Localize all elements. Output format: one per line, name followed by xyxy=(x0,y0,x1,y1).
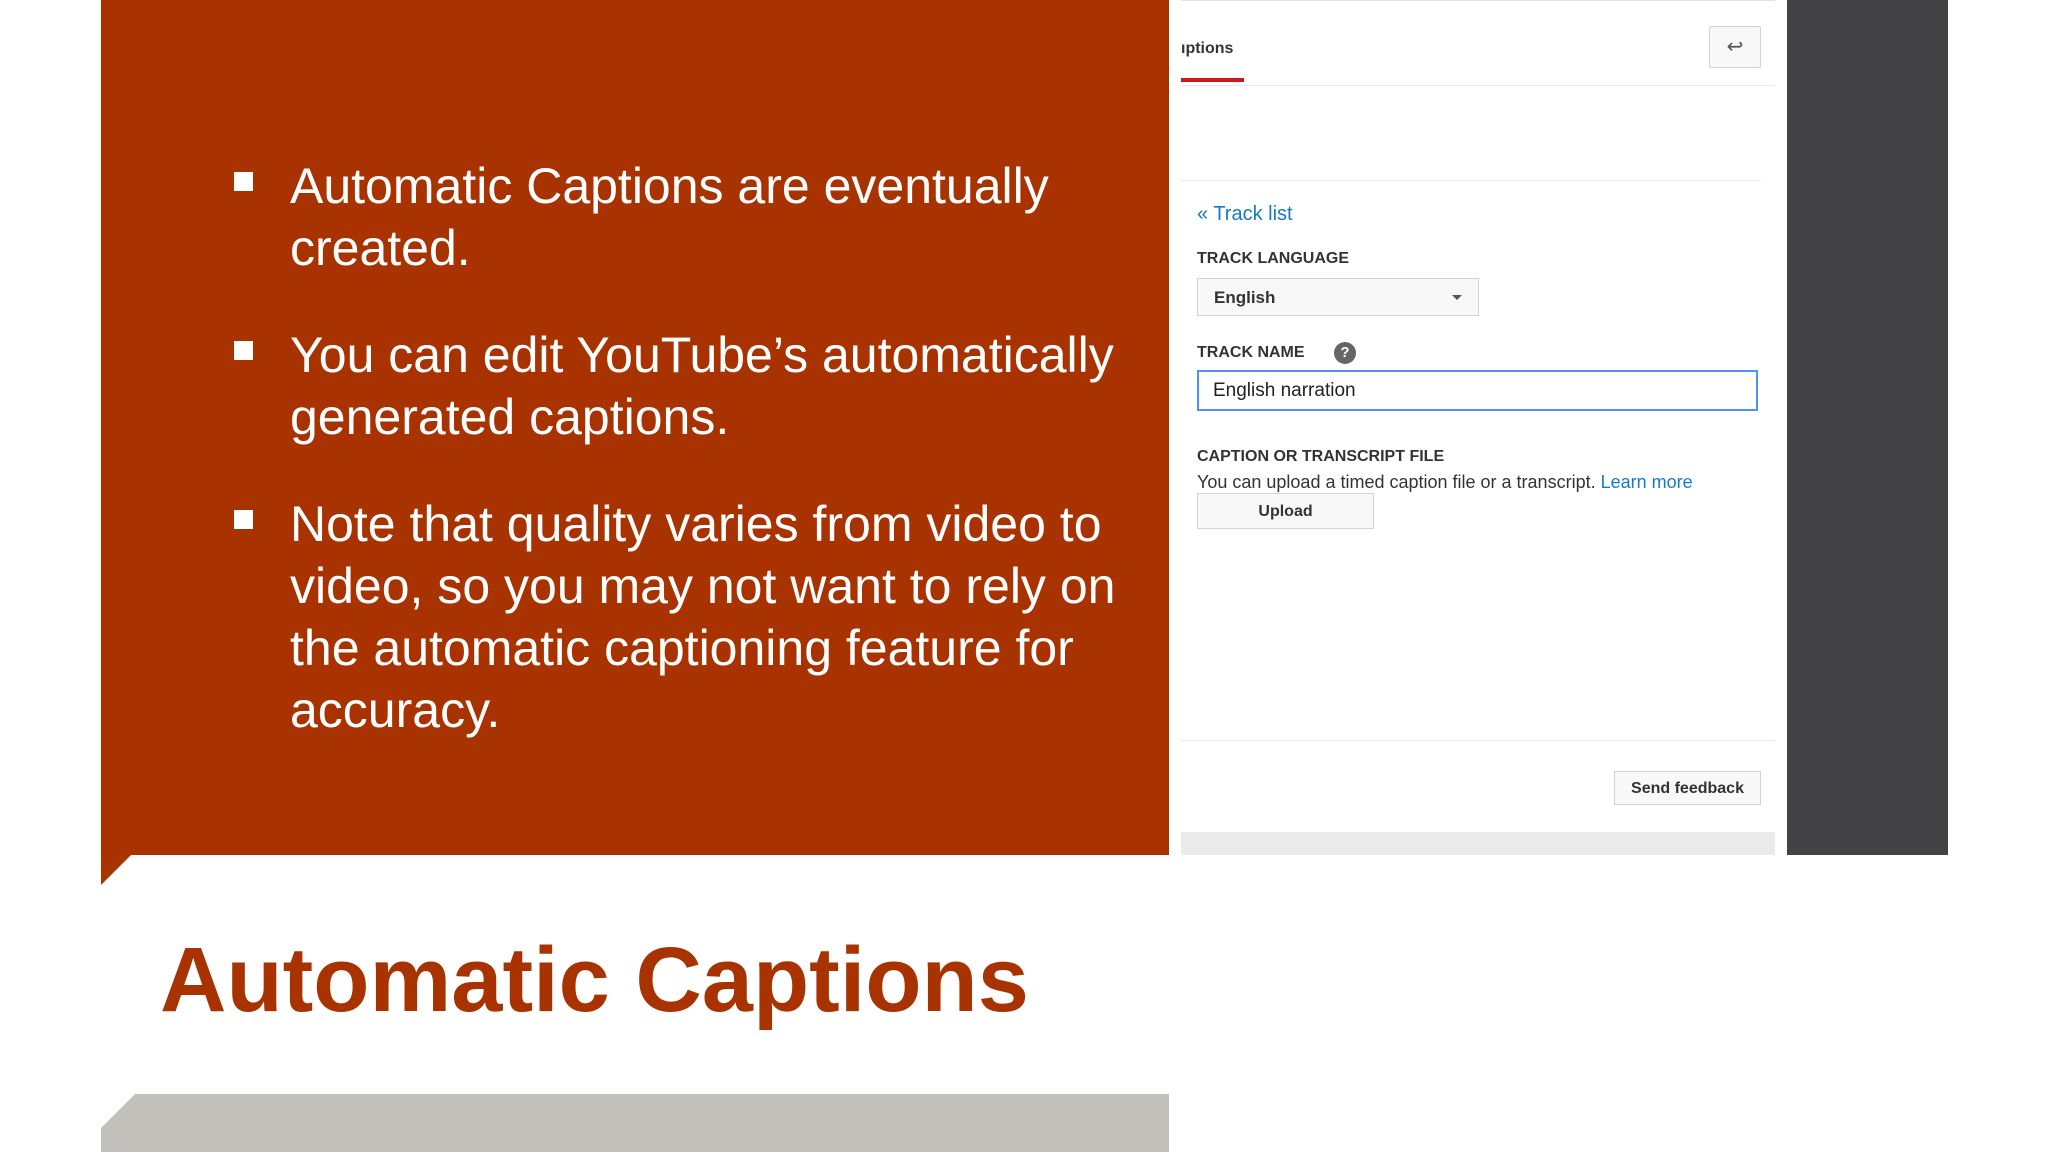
caption-file-label: CAPTION OR TRANSCRIPT FILE xyxy=(1197,448,1445,465)
back-arrow-icon: ↩ xyxy=(1726,36,1744,58)
bullet-list: Automatic Captions are eventually create… xyxy=(230,155,1130,786)
question-mark-icon[interactable]: ? xyxy=(1334,342,1356,364)
tab-subtitles[interactable]: ıptions xyxy=(1181,40,1233,58)
track-list-link[interactable]: « Track list xyxy=(1197,203,1293,226)
captions-editor: ıptions ↩ « Track list TRACK LANGUAGE En… xyxy=(1181,0,1787,855)
square-bullet-icon xyxy=(234,341,253,360)
bullet-text: Note that quality varies from video to v… xyxy=(290,496,1116,738)
caption-file-help-text: You can upload a timed caption file or a… xyxy=(1197,472,1596,492)
footer-bar xyxy=(101,1094,1169,1152)
content-panel-notch xyxy=(101,855,131,885)
dark-side-strip xyxy=(1787,0,1948,855)
top-border xyxy=(1181,0,1775,1)
track-language-label: TRACK LANGUAGE xyxy=(1197,250,1349,267)
bullet-text: You can edit YouTube’s automatically gen… xyxy=(290,327,1114,445)
learn-more-link[interactable]: Learn more xyxy=(1601,472,1693,492)
send-feedback-button[interactable]: Send feedback xyxy=(1614,771,1761,805)
track-name-label: TRACK NAME xyxy=(1197,344,1305,361)
slide: Automatic Captions are eventually create… xyxy=(0,0,2048,1152)
square-bullet-icon xyxy=(234,510,253,529)
bottom-bar xyxy=(1181,832,1775,855)
upload-button[interactable]: Upload xyxy=(1197,493,1374,529)
track-language-value: English xyxy=(1214,288,1276,307)
bullet-item: You can edit YouTube’s automatically gen… xyxy=(230,324,1130,448)
square-bullet-icon xyxy=(234,172,253,191)
bullet-item: Automatic Captions are eventually create… xyxy=(230,155,1130,279)
active-tab-indicator xyxy=(1181,78,1244,82)
slide-title: Automatic Captions xyxy=(160,929,1029,1031)
help-glyph: ? xyxy=(1340,344,1350,361)
youtube-captions-screenshot: ıptions ↩ « Track list TRACK LANGUAGE En… xyxy=(1169,0,1787,855)
bullet-text: Automatic Captions are eventually create… xyxy=(290,158,1049,276)
bullet-item: Note that quality varies from video to v… xyxy=(230,493,1130,741)
back-button[interactable]: ↩ xyxy=(1709,26,1761,68)
caption-file-help: You can upload a timed caption file or a… xyxy=(1197,472,1693,493)
tabs-divider xyxy=(1181,85,1775,86)
footer-divider xyxy=(1181,740,1775,741)
section-divider xyxy=(1181,180,1761,181)
chevron-down-icon xyxy=(1452,295,1462,300)
track-language-select[interactable]: English xyxy=(1197,278,1479,316)
track-name-input[interactable] xyxy=(1197,370,1758,411)
